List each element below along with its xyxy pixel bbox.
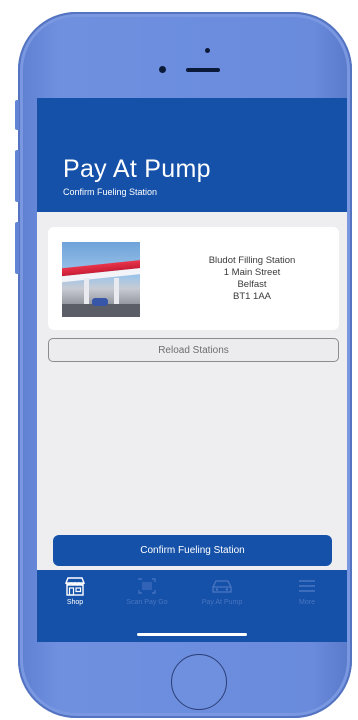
- tab-pay-at-pump[interactable]: Pay At Pump: [187, 576, 257, 606]
- station-city: Belfast: [237, 279, 267, 290]
- car-icon: [212, 580, 232, 593]
- station-postcode: BT1 1AA: [232, 291, 272, 302]
- home-indicator: [137, 633, 247, 636]
- station-name: Bludot Filling Station: [208, 255, 296, 266]
- menu-icon: [299, 580, 315, 592]
- mute-switch: [15, 100, 19, 130]
- station-photo: [62, 242, 140, 317]
- station-street: 1 Main Street: [223, 267, 281, 278]
- page-header: Pay At Pump Confirm Fueling Station: [37, 98, 347, 212]
- page-title: Pay At Pump: [63, 155, 211, 183]
- tab-bar: Shop Scan Pay Go Pay At Pump More: [37, 570, 347, 642]
- tab-more[interactable]: More: [272, 576, 342, 606]
- shop-icon: [64, 577, 86, 596]
- tab-scan-pay-go[interactable]: Scan Pay Go: [112, 576, 182, 606]
- home-button[interactable]: [171, 654, 227, 710]
- volume-up-button: [15, 150, 19, 202]
- page-subtitle: Confirm Fueling Station: [63, 187, 158, 197]
- tab-label: Pay At Pump: [201, 599, 243, 606]
- confirm-station-button[interactable]: Confirm Fueling Station: [53, 535, 332, 566]
- tab-label: Scan Pay Go: [126, 599, 168, 606]
- volume-down-button: [15, 222, 19, 274]
- photo-car: [92, 298, 108, 306]
- reload-stations-button[interactable]: Reload Stations: [48, 338, 339, 362]
- barcode-icon: [138, 578, 156, 594]
- app-screen: Pay At Pump Confirm Fueling Station Blud…: [37, 98, 347, 642]
- station-address: Bludot Filling Station 1 Main Street Bel…: [172, 255, 332, 303]
- proximity-sensor: [205, 48, 210, 53]
- tab-label: More: [299, 599, 315, 606]
- tab-shop[interactable]: Shop: [40, 576, 110, 606]
- earpiece-speaker: [186, 68, 220, 72]
- front-camera: [159, 66, 166, 73]
- station-card[interactable]: Bludot Filling Station 1 Main Street Bel…: [48, 227, 339, 330]
- tab-label: Shop: [66, 599, 84, 606]
